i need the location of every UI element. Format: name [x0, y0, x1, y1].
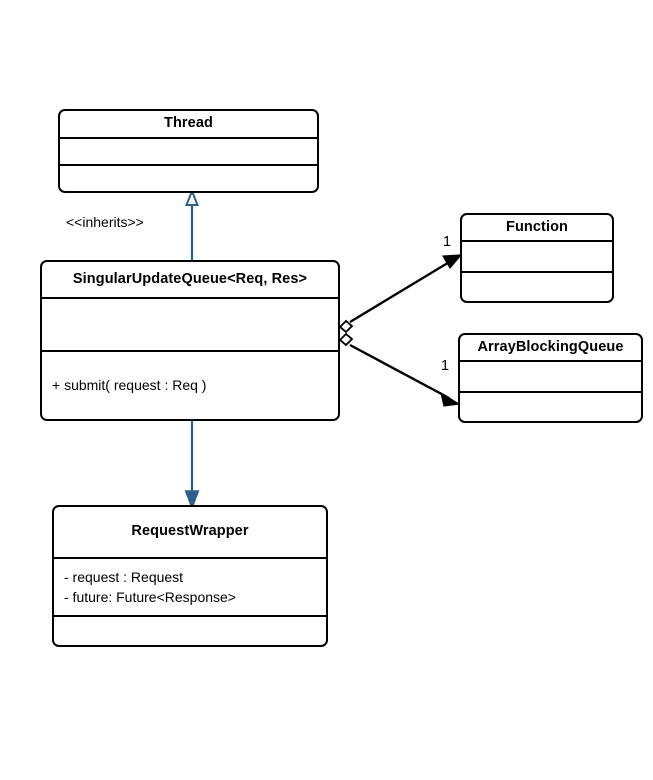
- class-box-request-wrapper[interactable]: RequestWrapper - request : Request - fut…: [52, 505, 328, 647]
- class-box-thread[interactable]: Thread: [58, 109, 319, 193]
- class-function-attributes-compartment: [462, 240, 612, 270]
- class-array-blocking-queue-attributes-compartment: [460, 360, 641, 390]
- class-request-wrapper-attributes-compartment: - request : Request - future: Future<Res…: [54, 557, 326, 615]
- class-array-blocking-queue-methods-compartment: [460, 390, 641, 421]
- class-singular-update-queue-title-compartment: SingularUpdateQueue<Req, Res>: [42, 262, 338, 297]
- class-function-methods-compartment: [462, 270, 612, 301]
- class-array-blocking-queue-title: ArrayBlockingQueue: [477, 338, 624, 355]
- request-wrapper-connector: [184, 421, 200, 510]
- class-thread-attributes-compartment: [60, 137, 317, 164]
- class-request-wrapper-methods-compartment: [54, 615, 326, 645]
- inheritance-connector: [185, 188, 199, 260]
- array-blocking-queue-arrowhead: [440, 391, 461, 407]
- array-blocking-queue-aggregation-diamond: [338, 332, 354, 347]
- class-member: - future: Future<Response>: [64, 589, 236, 605]
- class-member: - request : Request: [64, 568, 184, 585]
- function-connector: [338, 254, 463, 334]
- class-member: + submit( request : Req ): [52, 377, 207, 394]
- class-singular-update-queue-title: SingularUpdateQueue<Req, Res>: [72, 270, 308, 287]
- array-blocking-queue-line: [349, 343, 450, 400]
- function-line: [349, 259, 452, 324]
- inherits-stereotype-label: <<inherits>>: [66, 214, 144, 230]
- class-box-singular-update-queue[interactable]: SingularUpdateQueue<Req, Res> + submit( …: [40, 260, 340, 421]
- class-thread-title-compartment: Thread: [60, 111, 317, 137]
- function-arrowhead: [441, 254, 463, 270]
- class-box-function[interactable]: Function: [460, 213, 614, 303]
- class-singular-update-queue-attributes-compartment: [42, 297, 338, 350]
- uml-diagram-canvas: Thread <<inherits>> SingularUpdateQueue<…: [0, 0, 653, 780]
- class-function-title-compartment: Function: [462, 215, 612, 240]
- class-singular-update-queue-methods-compartment: + submit( request : Req ): [42, 349, 338, 419]
- multiplicity-label-function: 1: [443, 234, 452, 250]
- multiplicity-label-array-blocking-queue: 1: [441, 358, 450, 374]
- class-array-blocking-queue-title-compartment: ArrayBlockingQueue: [460, 335, 641, 360]
- class-thread-title: Thread: [164, 115, 213, 132]
- class-function-title: Function: [505, 218, 568, 235]
- class-box-array-blocking-queue[interactable]: ArrayBlockingQueue: [458, 333, 643, 423]
- function-aggregation-diamond: [338, 319, 354, 334]
- class-request-wrapper-title-compartment: RequestWrapper: [54, 507, 326, 557]
- class-request-wrapper-title: RequestWrapper: [131, 523, 249, 540]
- class-thread-methods-compartment: [60, 164, 317, 191]
- inheritance-arrowhead: [185, 188, 199, 206]
